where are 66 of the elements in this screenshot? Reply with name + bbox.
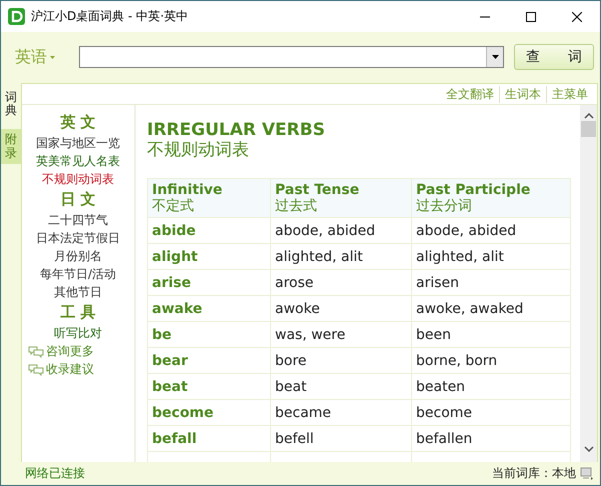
- table-cell: bear: [148, 348, 270, 374]
- sidebar-link[interactable]: 日本法定节假日: [36, 229, 120, 247]
- table-cell: beat: [270, 374, 412, 400]
- table-cell: arisen: [412, 270, 570, 296]
- table-cell: beat: [148, 374, 270, 400]
- sidebar-link[interactable]: 二十四节气: [48, 211, 108, 229]
- scroll-down-icon[interactable]: [584, 446, 594, 452]
- table-cell: abide: [148, 218, 270, 244]
- window-title: 沪江小D桌面词典 - 中英·英中: [31, 8, 190, 25]
- section-heading: 工 具: [60, 303, 96, 322]
- feedback-link[interactable]: 咨询更多: [28, 342, 94, 360]
- speech-bubbles-icon: [28, 344, 44, 358]
- section-heading: 日 文: [60, 190, 96, 209]
- table-cell: arose: [270, 270, 412, 296]
- table-cell: was, were: [270, 322, 412, 348]
- speech-bubbles-icon: [28, 362, 44, 376]
- sidebar-link[interactable]: 英美常见人名表: [36, 152, 120, 170]
- column-header: Infinitive 不定式: [148, 178, 270, 218]
- maximize-icon: [526, 12, 536, 22]
- table-cell: befell: [270, 426, 412, 452]
- sidebar-link[interactable]: 听写比对: [54, 324, 102, 342]
- caret-icon: [492, 55, 498, 59]
- dropdown-button[interactable]: [486, 47, 503, 67]
- library-status: 当前词库：本地: [492, 465, 576, 482]
- table-cell: awoke: [270, 296, 412, 322]
- caret-icon: [50, 56, 55, 58]
- table-cell: be: [148, 322, 270, 348]
- sidebar-link[interactable]: 每年节日/活动: [40, 265, 116, 283]
- section-heading: 英 文: [60, 113, 96, 132]
- column-header: Past Participle 过去分词: [412, 178, 570, 218]
- sidebar-link[interactable]: 月份别名: [54, 247, 102, 265]
- table-cell: beaten: [412, 374, 570, 400]
- table-cell: alight: [148, 244, 270, 270]
- table-cell: befall: [148, 426, 270, 452]
- scroll-thumb[interactable]: [581, 121, 596, 137]
- sidebar-link[interactable]: 不规则动词表: [42, 170, 114, 188]
- table-cell: become: [412, 400, 570, 426]
- sidebar-link[interactable]: 其他节日: [54, 283, 102, 301]
- table-cell: borne, born: [412, 348, 570, 374]
- table-cell: become: [148, 400, 270, 426]
- feedback-link[interactable]: 收录建议: [28, 360, 94, 378]
- search-field[interactable]: [79, 46, 504, 68]
- monitor-icon: [580, 467, 594, 480]
- sidebar-link[interactable]: 国家与地区一览: [36, 134, 120, 152]
- table-cell: alighted, alit: [412, 244, 570, 270]
- table-cell: befallen: [412, 426, 570, 452]
- table-cell: bore: [270, 348, 412, 374]
- article-subtitle: 不规则动词表: [147, 140, 250, 160]
- article-title: IRREGULAR VERBS: [147, 121, 326, 140]
- column-header: Past Tense 过去式: [270, 178, 412, 218]
- table-cell: became: [270, 400, 412, 426]
- table-cell: awake: [148, 296, 270, 322]
- close-icon: [572, 12, 582, 22]
- side-tab[interactable]: 附录: [1, 129, 21, 164]
- table-cell: abode, abided: [412, 218, 570, 244]
- table-cell: been: [412, 322, 570, 348]
- table-cell: awoke, awaked: [412, 296, 570, 322]
- table-cell: abode, abided: [270, 218, 412, 244]
- search-button[interactable]: 查 词: [514, 44, 594, 70]
- scrollbar[interactable]: [580, 105, 597, 462]
- scroll-up-icon[interactable]: [584, 113, 594, 119]
- side-tab[interactable]: 词典: [1, 87, 21, 122]
- table-cell: alighted, alit: [270, 244, 412, 270]
- network-status: 网络已连接: [25, 465, 86, 482]
- app-logo-icon: [8, 8, 25, 25]
- table-cell: arise: [148, 270, 270, 296]
